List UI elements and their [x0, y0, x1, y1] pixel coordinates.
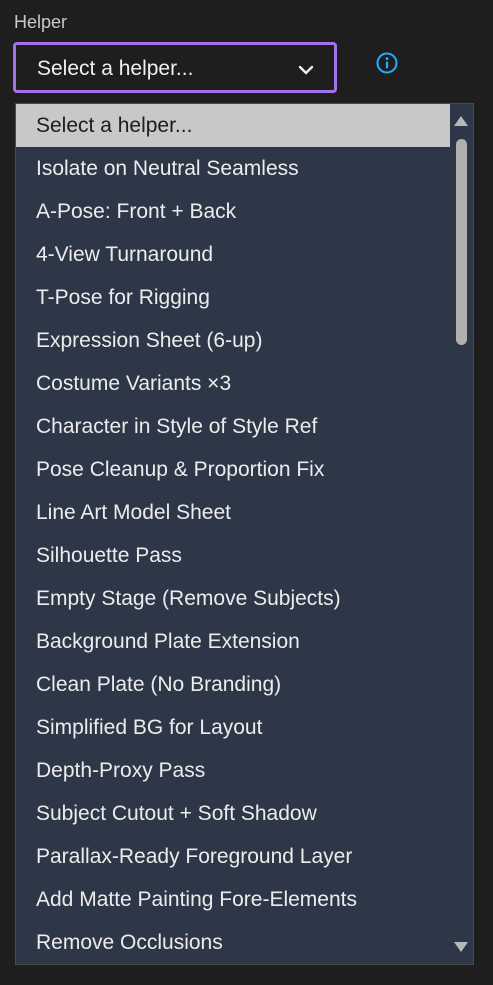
scrollbar-thumb[interactable]	[456, 139, 467, 345]
helper-option[interactable]: Expression Sheet (6-up)	[16, 319, 451, 362]
helper-options-listbox[interactable]: Select a helper... Isolate on Neutral Sea…	[15, 103, 474, 965]
listbox-scrollbar[interactable]	[450, 104, 473, 964]
helper-option[interactable]: Character in Style of Style Ref	[16, 405, 451, 448]
helper-option[interactable]: Isolate on Neutral Seamless	[16, 147, 451, 190]
scroll-down-arrow-icon[interactable]	[454, 942, 468, 952]
helper-option[interactable]: 4-View Turnaround	[16, 233, 451, 276]
chevron-down-icon	[298, 65, 314, 75]
helper-option[interactable]: Pose Cleanup & Proportion Fix	[16, 448, 451, 491]
helper-option[interactable]: Silhouette Pass	[16, 534, 451, 577]
helper-options-list: Select a helper... Isolate on Neutral Sea…	[16, 104, 451, 964]
helper-select[interactable]: Select a helper...	[13, 42, 337, 93]
helper-option[interactable]: Add Matte Painting Fore-Elements	[16, 878, 451, 921]
info-icon[interactable]	[375, 51, 399, 75]
helper-option[interactable]: Empty Stage (Remove Subjects)	[16, 577, 451, 620]
helper-option[interactable]: Depth-Proxy Pass	[16, 749, 451, 792]
helper-select-value: Select a helper...	[37, 57, 194, 80]
helper-field-label: Helper	[14, 12, 68, 32]
helper-option[interactable]: T-Pose for Rigging	[16, 276, 451, 319]
helper-option[interactable]: Select a helper...	[16, 104, 451, 147]
helper-option[interactable]: Subject Cutout + Soft Shadow	[16, 792, 451, 835]
scroll-up-arrow-icon[interactable]	[454, 116, 468, 126]
helper-option[interactable]: A-Pose: Front + Back	[16, 190, 451, 233]
helper-panel: Helper Select a helper... Select a helpe…	[0, 0, 493, 985]
helper-option[interactable]: Clean Plate (No Branding)	[16, 663, 451, 706]
helper-option[interactable]: Background Plate Extension	[16, 620, 451, 663]
helper-option[interactable]: Remove Occlusions	[16, 921, 451, 964]
helper-option[interactable]: Line Art Model Sheet	[16, 491, 451, 534]
helper-option[interactable]: Parallax-Ready Foreground Layer	[16, 835, 451, 878]
helper-option[interactable]: Costume Variants ×3	[16, 362, 451, 405]
helper-option[interactable]: Simplified BG for Layout	[16, 706, 451, 749]
